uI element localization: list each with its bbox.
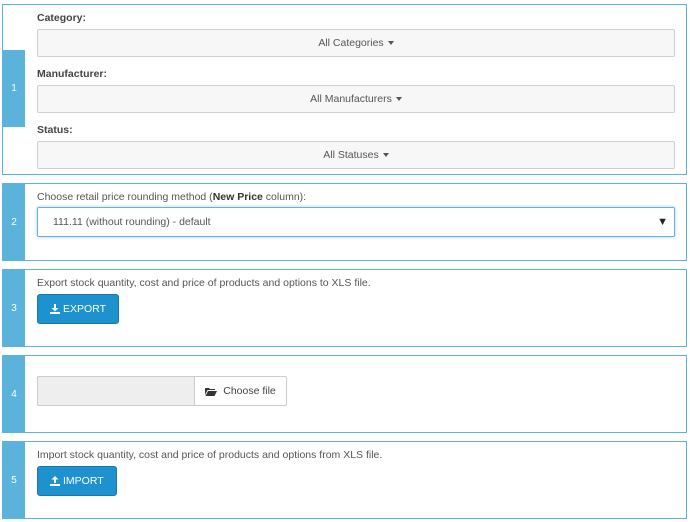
export-button[interactable]: EXPORT [37,294,119,324]
caret-down-icon [395,97,402,101]
file-path-input[interactable] [37,376,194,406]
step-number: 4 [3,356,25,432]
export-button-label: EXPORT [63,303,106,315]
import-description: Import stock quantity, cost and price of… [37,449,383,461]
caret-down-icon [387,41,394,45]
manufacturer-value: All Manufacturers [310,93,392,105]
file-panel: 4 Choose file [2,355,687,433]
manufacturer-dropdown[interactable]: All Manufacturers [37,85,675,113]
category-dropdown[interactable]: All Categories [37,29,675,57]
step-number: 5 [3,442,25,518]
choose-file-label: Choose file [223,385,276,397]
status-label: Status: [37,124,73,136]
dropdown-arrow-icon: ▼ [657,216,668,228]
import-button[interactable]: IMPORT [37,466,117,496]
export-description: Export stock quantity, cost and price of… [37,277,371,289]
rounding-panel: 2 Choose retail price rounding method (N… [2,183,687,261]
file-chooser: Choose file [37,376,287,406]
export-panel: 3 Export stock quantity, cost and price … [2,269,687,347]
folder-open-icon [205,387,218,396]
step-number: 1 [3,50,25,127]
rounding-label: Choose retail price rounding method (New… [37,191,306,203]
rounding-label-prefix: Choose retail price rounding method ( [37,191,213,203]
rounding-selected: 111.11 (without rounding) - default [53,216,211,228]
step-number: 3 [3,270,25,346]
rounding-label-bold: New Price [212,191,263,203]
choose-file-button[interactable]: Choose file [194,376,287,406]
upload-icon [50,476,60,486]
download-icon [50,304,60,314]
manufacturer-label: Manufacturer: [37,68,108,80]
filters-panel: 1 Category: All Categories Manufacturer:… [2,4,687,175]
caret-down-icon [382,153,389,157]
category-value: All Categories [318,37,384,49]
import-button-label: IMPORT [63,475,104,487]
import-panel: 5 Import stock quantity, cost and price … [2,441,687,519]
rounding-select[interactable]: 111.11 (without rounding) - default ▼ [37,207,675,237]
status-dropdown[interactable]: All Statuses [37,141,675,169]
status-value: All Statuses [323,149,379,161]
rounding-label-suffix: column): [262,191,307,203]
step-number: 2 [3,184,25,260]
category-label: Category: [37,12,87,24]
